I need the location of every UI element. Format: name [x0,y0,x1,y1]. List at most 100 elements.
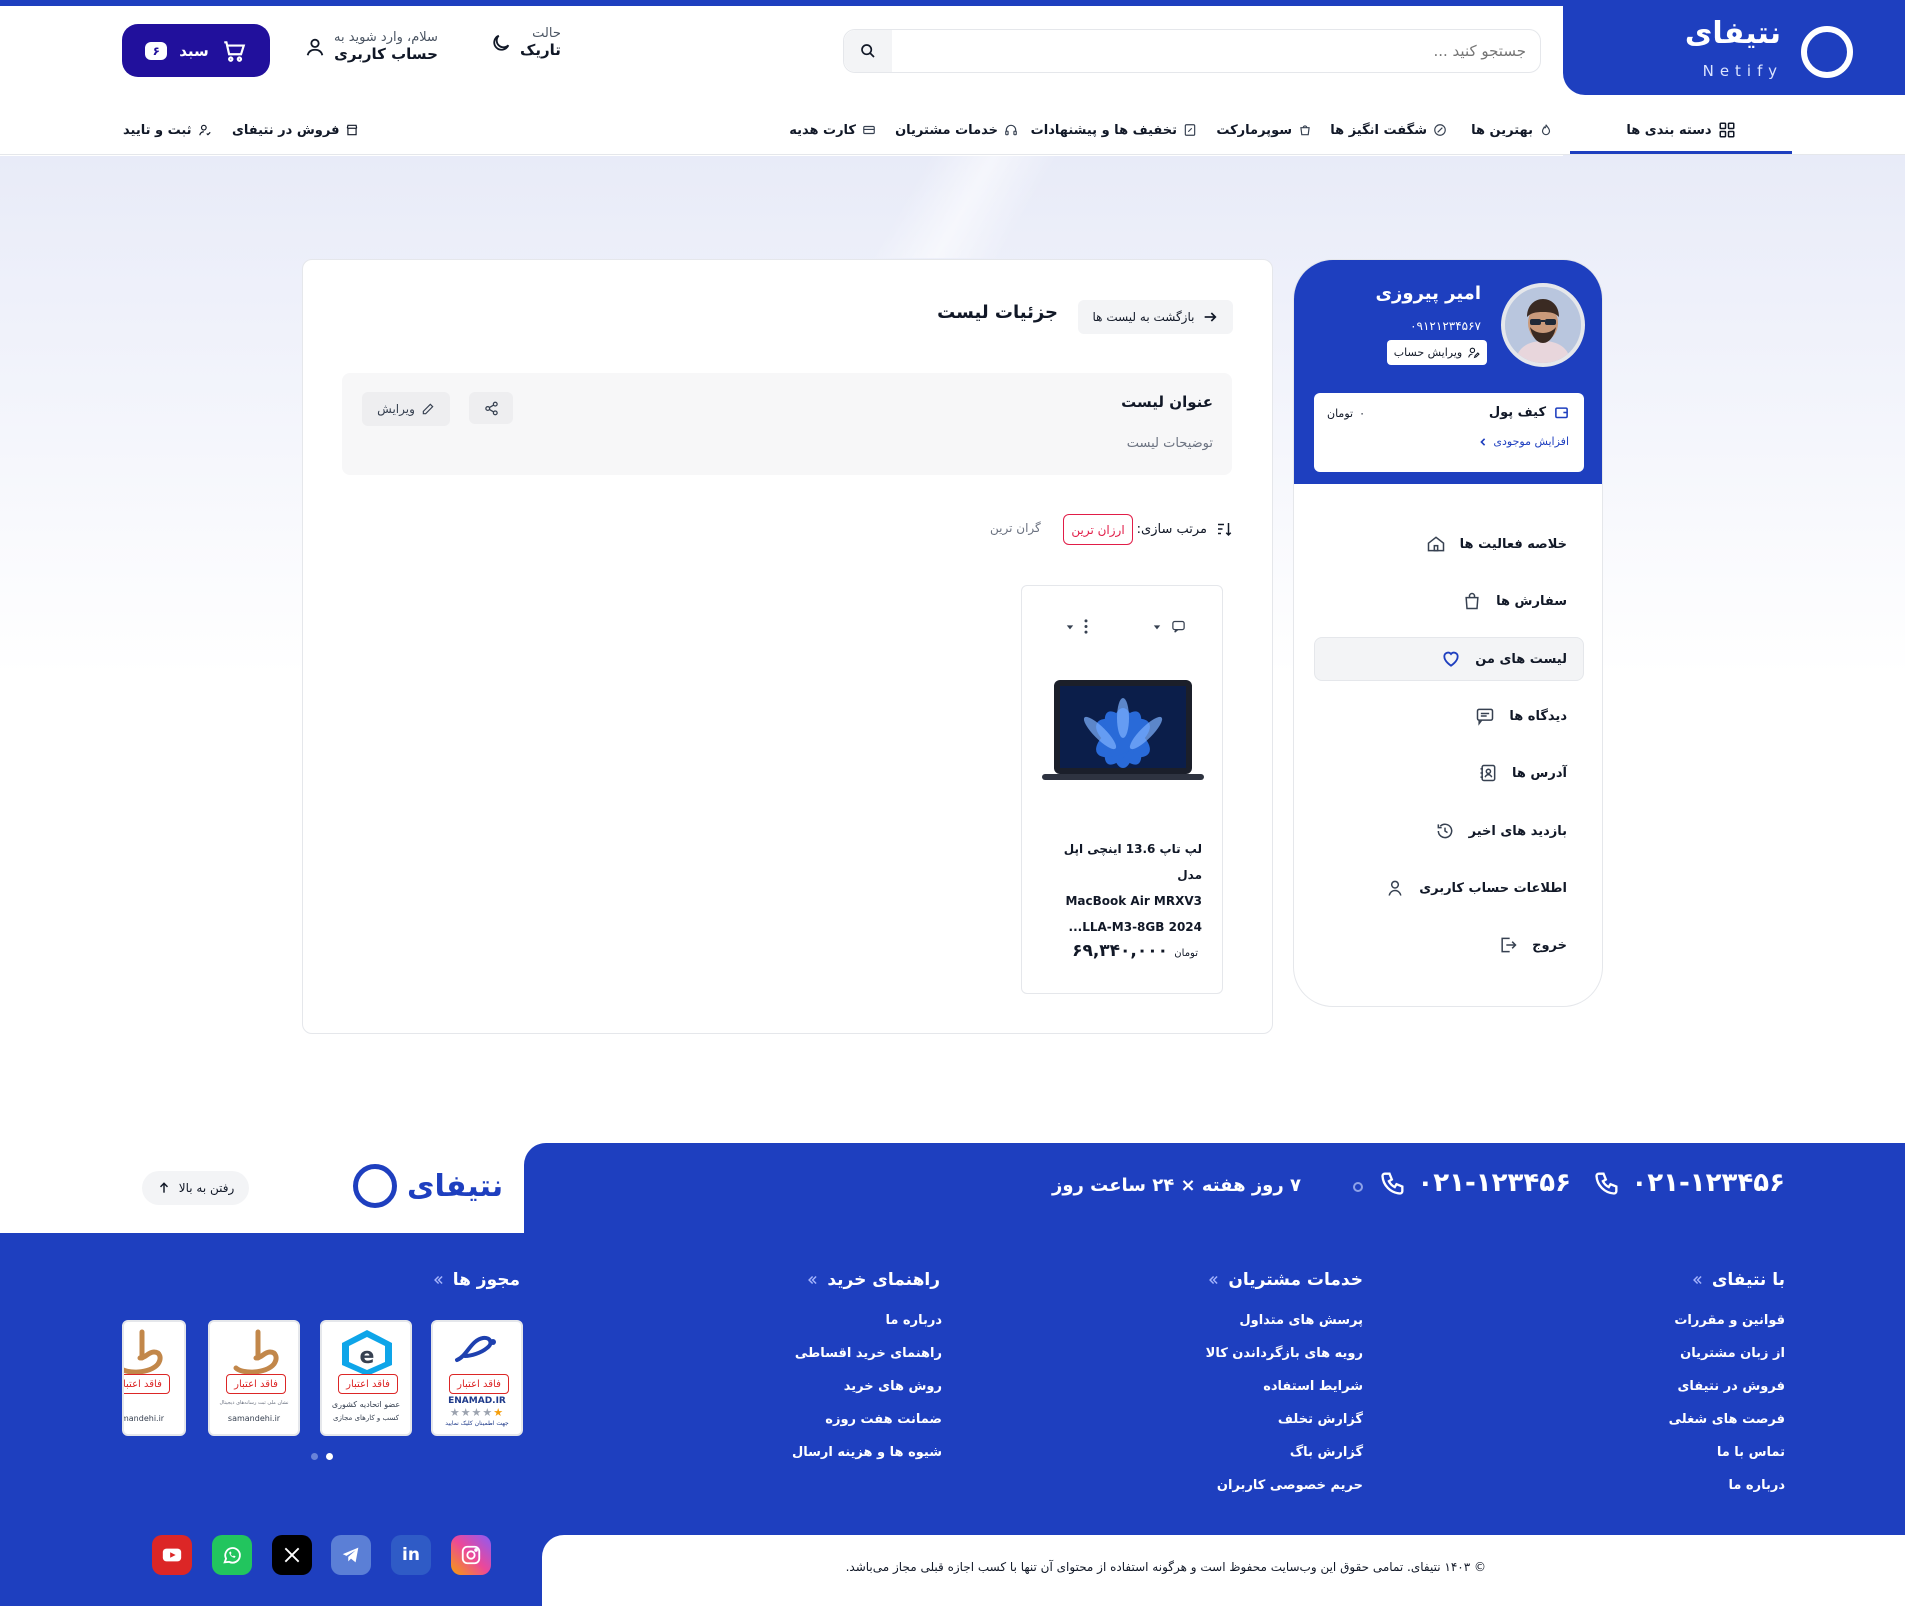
percent-icon [1184,124,1196,136]
footer-link[interactable]: گزارش باگ [1206,1445,1363,1478]
badge-invalid-tag: فاقد اعتبار [124,1374,170,1394]
nav-giftcard[interactable]: کارت هدیه [789,108,876,152]
product-name[interactable]: لپ تاپ 13.6 اینچی اپل مدل MacBook Air MR… [1038,836,1202,940]
footer-phone-2[interactable]: ۰۲۱-۱۲۳۴۵۶ [1379,1168,1571,1198]
menu-item-addresses[interactable]: آدرس ها [1478,753,1567,793]
wallet-label: کیف پول [1488,405,1546,420]
menu-item-my-lists[interactable]: لیست های من [1441,639,1567,679]
footer-phone-number: ۰۲۱-۱۲۳۴۵۶ [1417,1168,1571,1198]
nav-services[interactable]: خدمات مشتریان [895,108,1018,152]
badge-invalid-tag: فاقد اعتبار [226,1374,286,1394]
copyright-text: © ۱۴۰۳ نتیفای. تمامی حقوق این وب‌سایت مح… [845,1560,1486,1574]
list-title: عنوان لیست [1121,393,1213,411]
footer-link[interactable]: شرایط استفاده [1206,1379,1363,1412]
badge-invalid-tag: فاقد اعتبار [338,1374,398,1394]
headset-icon [1005,124,1017,136]
edit-list-button[interactable]: ویرایش [362,392,450,426]
youtube-link[interactable] [152,1535,192,1575]
footer-link[interactable]: شیوه ها و هزینه ارسال [792,1445,942,1478]
footer-link[interactable]: تماس با ما [1669,1445,1785,1478]
whatsapp-icon [223,1547,241,1564]
sort-most-expensive[interactable]: گران ترین [990,521,1041,535]
product-name-line: MacBook Air MRXV3 [1065,894,1202,908]
menu-item-activity[interactable]: خلاصه فعالیت ها [1426,524,1567,564]
samandehi-badge-partial[interactable]: فاقد اعتبار samandehi.ir [122,1320,186,1436]
nav-services-label: خدمات مشتریان [895,122,998,138]
share-button[interactable] [469,392,513,424]
chevron-down-icon [1153,624,1161,629]
footer-link[interactable]: گزارش تخلف [1206,1412,1363,1445]
user-icon [1388,880,1402,896]
menu-item-logout[interactable]: خروج [1498,925,1567,965]
carousel-dot[interactable] [311,1453,318,1460]
footer-col-title: با نتیفای [1690,1270,1785,1290]
footer-col-title-text: با نتیفای [1711,1270,1785,1290]
background-stripe [835,155,1095,258]
samandehi-badge[interactable]: فاقد اعتبار نشان ملی ثبت رسانه‌های دیجیت… [208,1320,300,1436]
footer-link[interactable]: فروش در نتیفای [1669,1379,1785,1412]
footer-logo[interactable]: نتیفای [353,1164,503,1208]
wallet-increase-link[interactable]: افزایش موجودی [1479,435,1569,448]
menu-item-orders[interactable]: سفارش ها [1462,581,1567,621]
avatar [1501,283,1585,367]
footer-phone-1[interactable]: ۰۲۱-۱۲۳۴۵۶ [1593,1168,1785,1198]
header-divider [0,154,1905,155]
instagram-link[interactable] [451,1535,491,1575]
more-menu[interactable] [1066,619,1088,634]
menu-item-recent-views[interactable]: بازدید های اخیر [1435,811,1567,851]
carousel-dot-active[interactable] [326,1453,333,1460]
comment-icon [1477,708,1494,726]
nav-best[interactable]: بهترین ها [1471,108,1553,152]
footer-link[interactable]: حریم خصوصی کاربران [1206,1478,1363,1511]
footer-link[interactable]: پرسش های متداول [1206,1313,1363,1346]
edit-account-button[interactable]: ویرایش حساب [1387,340,1487,365]
footer-link[interactable]: روش های خرید [792,1379,942,1412]
logo[interactable]: نتیفای Netify [1563,6,1905,95]
menu-item-comments[interactable]: دیدگاه ها [1475,696,1567,736]
telegram-link[interactable] [331,1535,371,1575]
go-to-top-button[interactable]: رفتن به بالا [142,1171,249,1205]
list-description: توضیحات لیست [1126,436,1213,451]
footer-link[interactable]: درباره ما [792,1313,942,1346]
logo-name: نتیفای [1684,16,1781,51]
product-card[interactable]: لپ تاپ 13.6 اینچی اپل مدل MacBook Air MR… [1021,585,1223,994]
nav-amazing[interactable]: شگفت انگیز ها [1330,108,1447,152]
union-badge[interactable]: e فاقد اعتبار عضو اتحادیه کشوری کسب و کا… [320,1320,412,1436]
x-icon [284,1547,300,1563]
menu-item-label: لیست های من [1475,651,1567,667]
nav-sell[interactable]: فروش در نتیفای [232,108,359,152]
footer-link[interactable]: فرصت های شغلی [1669,1412,1785,1445]
theme-label: تاریک [520,41,561,59]
whatsapp-link[interactable] [212,1535,252,1575]
go-top-label: رفتن به بالا [178,1181,235,1195]
phone-icon [1381,1172,1404,1195]
linkedin-link[interactable]: in [391,1535,431,1575]
nav-categories[interactable]: دسته بندی ها [1570,108,1792,152]
x-link[interactable] [272,1535,312,1575]
nav-supermarket[interactable]: سوپرمارکت [1216,108,1312,152]
cart-button[interactable]: سبد ۶ [122,24,270,77]
double-chevron-icon [808,1275,817,1285]
theme-toggle[interactable]: حالت تاریک [490,26,561,59]
nav-giftcard-label: کارت هدیه [789,122,856,138]
footer-link[interactable]: راهنمای خرید اقساطی [792,1346,942,1379]
nav-offers[interactable]: تخفیف ها و پیشنهادات [1031,108,1197,152]
footer-link[interactable]: رویه های بازگرداندن کالا [1206,1346,1363,1379]
menu-item-account-info[interactable]: اطلاعات حساب کاربری [1385,868,1567,908]
footer-link[interactable]: ضمانت هفت روزه [792,1412,942,1445]
compare-toggle[interactable] [1153,619,1186,634]
footer-link[interactable]: درباره ما [1669,1478,1785,1511]
search-button[interactable] [844,30,892,72]
wallet-card: کیف پول ۰ تومان افزایش موجودی [1314,393,1584,472]
account-link[interactable]: سلام، وارد شوید به حساب کاربری [304,30,438,63]
edit-icon [422,403,434,415]
double-chevron-icon [433,1275,443,1285]
product-image[interactable] [1040,678,1206,786]
back-to-lists-button[interactable]: بازگشت به لیست ها [1078,300,1233,334]
enamad-badge[interactable]: فاقد اعتبار ENAMAD.IR ★★★★★ جهت اطمینان … [431,1320,523,1436]
sort-cheapest[interactable]: ارزان ترین [1063,514,1133,545]
footer-link[interactable]: قوانین و مقررات [1669,1313,1785,1346]
nav-register[interactable]: ثبت و تایید [123,108,212,152]
search-input[interactable] [926,38,1526,64]
footer-link[interactable]: از زبان مشتریان [1669,1346,1785,1379]
